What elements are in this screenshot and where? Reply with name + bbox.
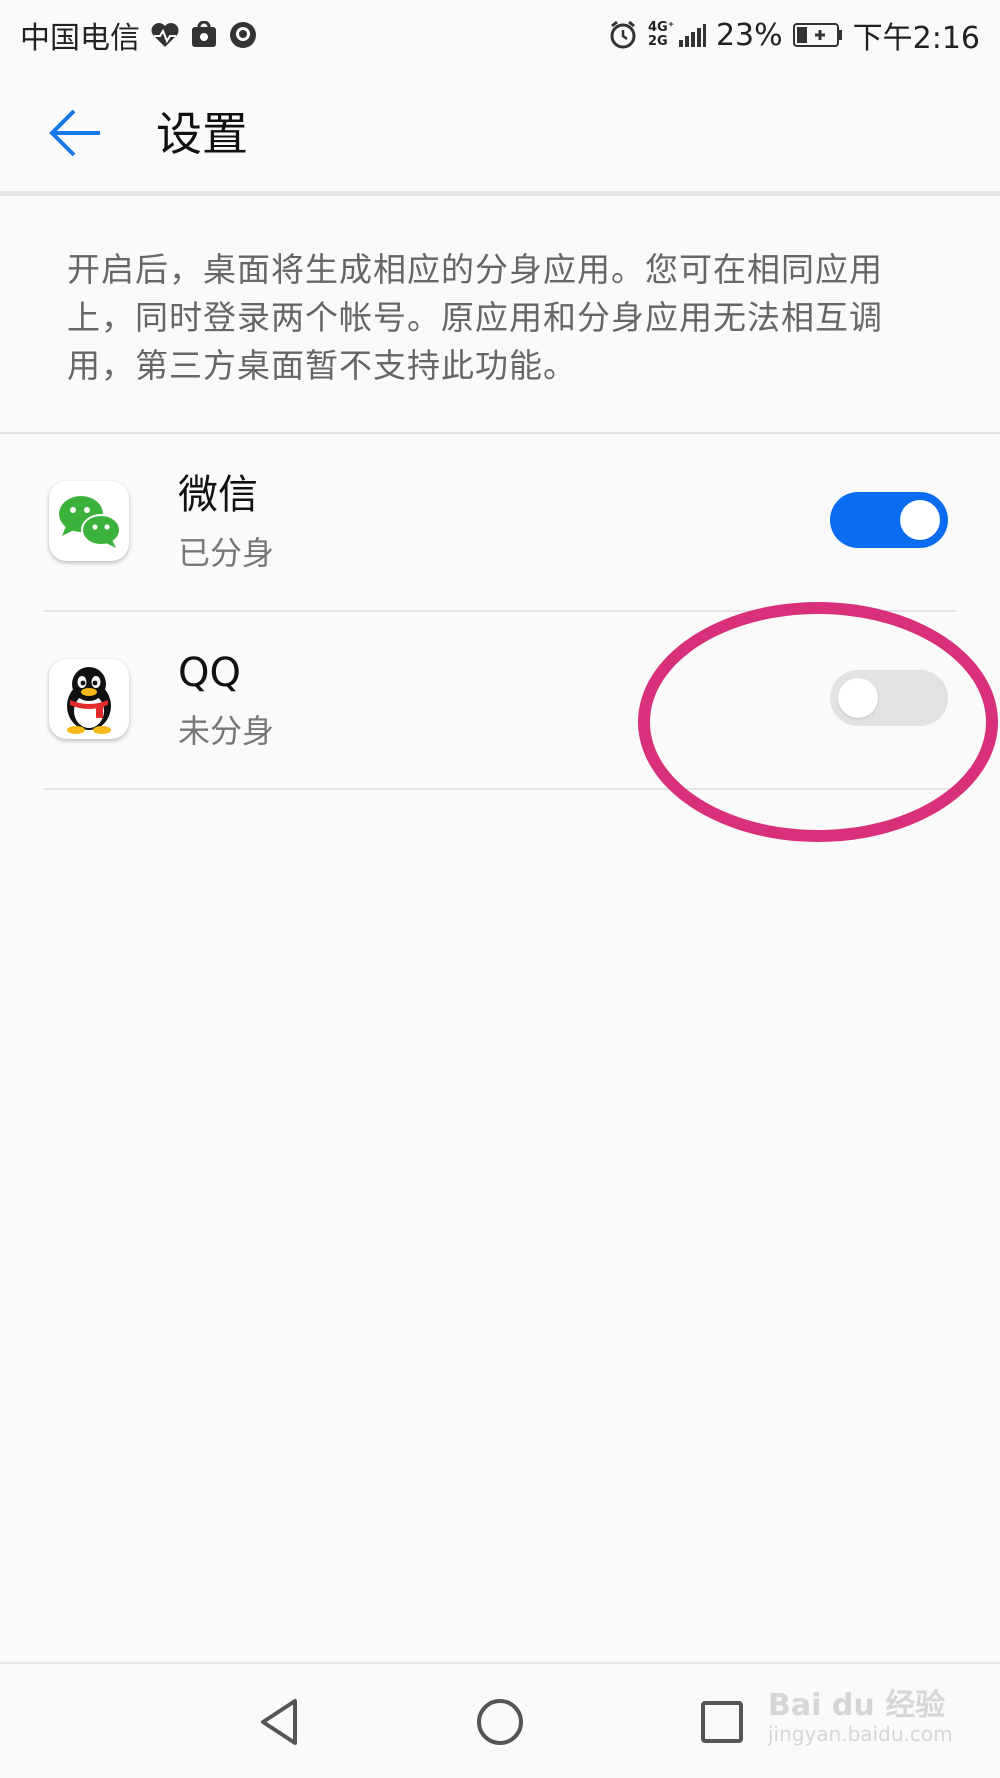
app-status: 已分身 (178, 534, 275, 572)
health-icon (150, 21, 180, 49)
status-left: 中国电信 (20, 13, 258, 57)
huawei-store-icon (190, 21, 218, 49)
circle-home-icon (477, 1699, 523, 1745)
triangle-back-icon (261, 1699, 297, 1745)
nav-home-button[interactable] (472, 1694, 528, 1750)
highlight-annotation (638, 602, 998, 842)
app-header: 设置 (0, 70, 1000, 196)
status-bar: 中国电信 4G⁺ 2G 23% 下午2:16 (0, 0, 1000, 70)
watermark-url: jingyan.baidu.com (768, 1722, 953, 1746)
wechat-icon (49, 481, 129, 561)
back-button[interactable] (40, 98, 110, 168)
description-text: 开启后，桌面将生成相应的分身应用。您可在相同应用上，同时登录两个帐号。原应用和分… (67, 250, 883, 385)
status-right: 4G⁺ 2G 23% 下午2:16 (608, 13, 980, 57)
alarm-icon (608, 20, 638, 50)
baidu-jingyan-watermark: Bai du 经验 (768, 1688, 946, 1723)
qq-notification-icon (228, 20, 258, 50)
nav-back-button[interactable] (252, 1694, 308, 1750)
network-type-label: 4G⁺ 2G (647, 20, 675, 49)
app-name: QQ (178, 650, 241, 696)
nav-recents-button[interactable] (694, 1694, 750, 1750)
qq-icon (49, 659, 129, 739)
clock-time: 下午2:16 (852, 21, 980, 56)
page-title: 设置 (156, 107, 248, 161)
battery-percent: 23% (715, 17, 783, 53)
app-name: 微信 (178, 472, 258, 518)
carrier-label: 中国电信 (20, 21, 140, 56)
app-row-wechat[interactable]: 微信 已分身 (0, 434, 1000, 612)
toggle-knob (900, 500, 940, 540)
wechat-clone-toggle[interactable] (830, 492, 948, 548)
app-status: 未分身 (178, 712, 275, 750)
signal-icon: 4G⁺ 2G (648, 21, 706, 49)
battery-charging-icon (792, 22, 843, 48)
square-recents-icon (701, 1701, 743, 1743)
back-arrow-icon (49, 109, 100, 157)
